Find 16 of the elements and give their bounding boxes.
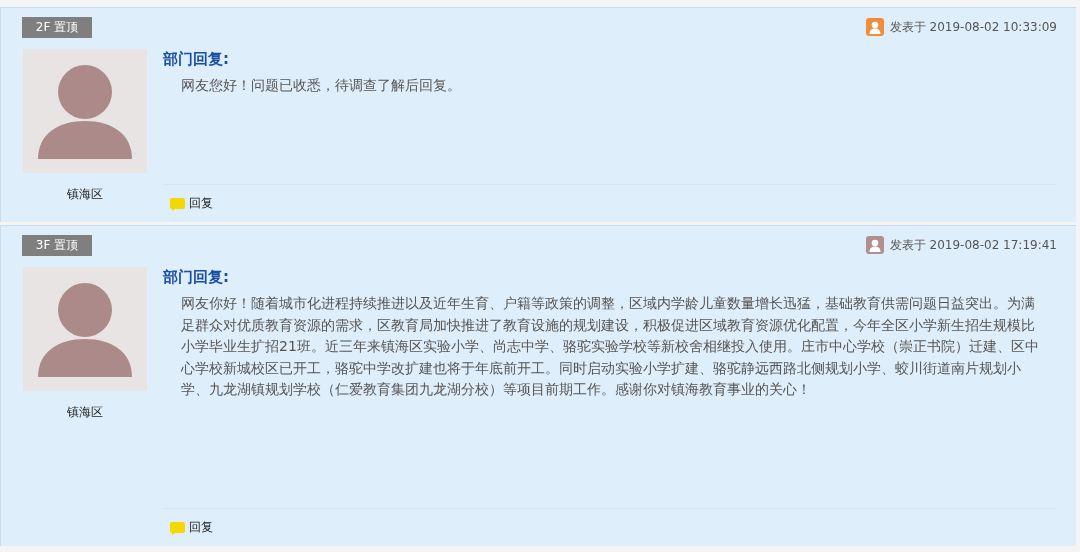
floor-tag: 2F 置顶 [22, 16, 92, 38]
author-name: 镇海区 [66, 404, 103, 421]
reply-title: 部门回复: [163, 268, 230, 287]
post-time: 发表于 2019-08-02 10:33:09 [889, 18, 1057, 36]
avatar-icon [22, 267, 147, 391]
reply-title: 部门回复: [163, 50, 230, 69]
post-time: 发表于 2019-08-02 17:19:41 [889, 236, 1057, 254]
reply-text: 网友你好！随着城市化进程持续推进以及近年生育、户籍等政策的调整，区域内学龄儿童数量增长迅猛，基础教育供需问题日益突出。为满足群众对优质教育资源的需求，区教育局加快推进了教育设施的规划建设，积极促进区域教育资源优化配置，今年全区小学新生招生规模比小学毕业生扩招21班。近三年来镇海区实验小学、尚志中学、骆驼实验学校等新校舍相继投入使用。庄市中心学校（崇正书院）迁建、区中心学校新城校区已开工，骆驼中学改扩建也将于年底前开工。同时启动实验小学扩建、骆驼静远西路北侧规划小学、蛟川街道南片规划小学、九龙湖镇规划学校（仁爱教育集团九龙湖分校）等项目前期工作。感谢你对镇海教育事业的关心！ [181, 294, 1040, 400]
author-name: 镇海区 [66, 186, 103, 203]
avatar-icon [22, 49, 147, 173]
chat-bubble-icon [169, 520, 186, 535]
floor-tag: 3F 置顶 [22, 234, 92, 256]
reply-link[interactable]: 回复 [169, 519, 213, 536]
reply-text: 网友您好！问题已收悉，待调查了解后回复。 [181, 76, 462, 95]
reply-link[interactable]: 回复 [169, 195, 213, 212]
chat-bubble-icon [169, 196, 186, 211]
